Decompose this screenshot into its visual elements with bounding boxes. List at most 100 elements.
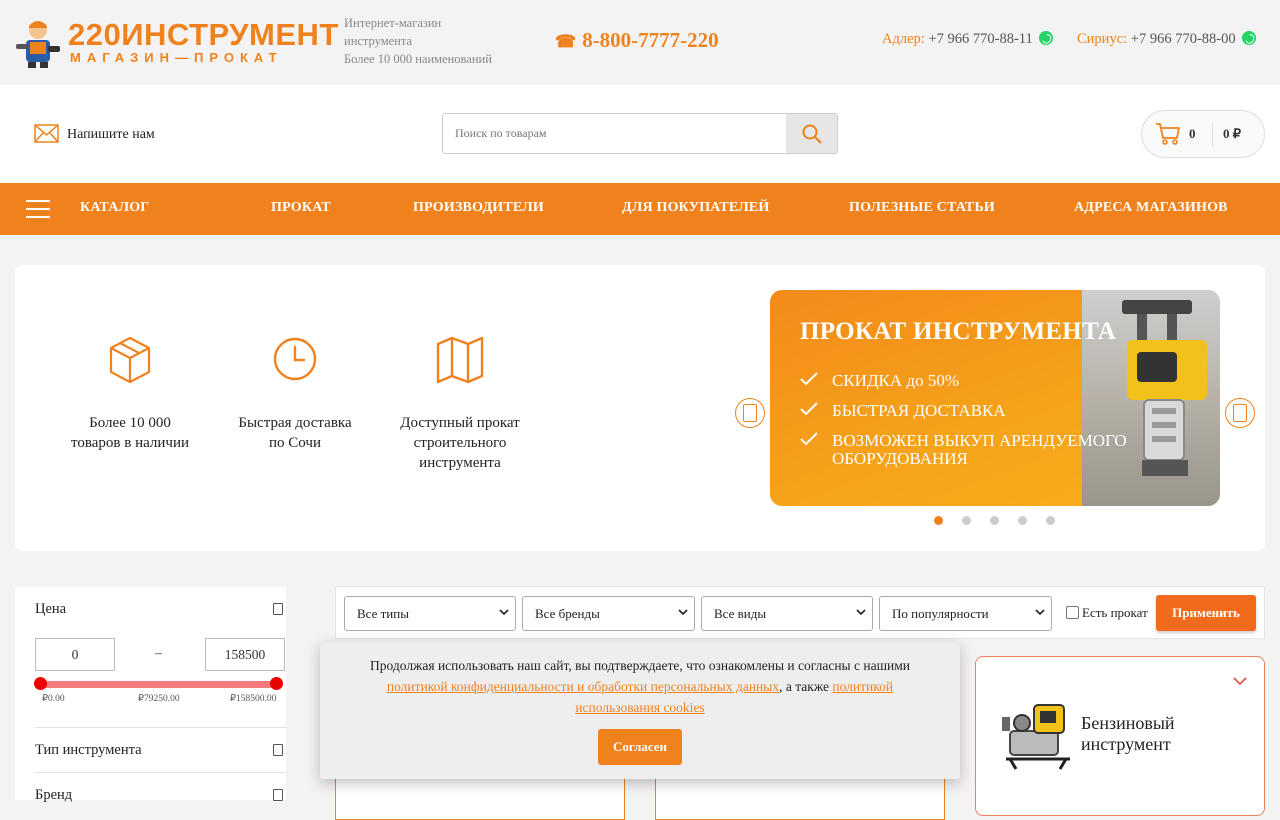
chevron-down-icon xyxy=(499,609,509,616)
brand-filter-title[interactable]: Бренд xyxy=(35,787,72,804)
phone-icon: ☎ xyxy=(555,32,577,51)
nav-item-articles[interactable]: ПОЛЕЗНЫЕ СТАТЬИ xyxy=(849,200,995,216)
price-max-input[interactable]: 158500 xyxy=(205,638,285,671)
write-us-link[interactable]: Напишите нам xyxy=(34,124,155,143)
check-icon xyxy=(800,432,818,446)
feature-text: Доступный прокат xyxy=(400,415,520,431)
banner-bullet: БЫСТРАЯ ДОСТАВКА xyxy=(800,402,1127,420)
banner-bullet-text: ОБОРУДОВАНИЯ xyxy=(832,449,968,468)
collapse-toggle-icon[interactable] xyxy=(273,744,283,756)
chevron-down-icon[interactable] xyxy=(1233,677,1247,686)
slider-next-button[interactable] xyxy=(1225,398,1255,428)
promo-banner[interactable]: ПРОКАТ ИНСТРУМЕНТА СКИДКА до 50% БЫСТРАЯ… xyxy=(770,290,1220,506)
nav-item-rent[interactable]: ПРОКАТ xyxy=(271,200,331,216)
feature-stock: Более 10 000 товаров в наличии xyxy=(50,335,210,453)
motor-pump-image xyxy=(1002,704,1070,770)
prev-arrow-icon xyxy=(743,404,757,422)
sirius-phone-number: +7 966 770-88-00 xyxy=(1130,31,1236,47)
range-min-handle[interactable] xyxy=(34,677,47,690)
cart-total: 0 ₽ xyxy=(1223,126,1242,141)
has-rent-checkbox[interactable]: Есть прокат xyxy=(1066,605,1148,621)
kind-select-value: Все виды xyxy=(714,605,767,621)
banner-bullet: СКИДКА до 50% xyxy=(800,372,1127,390)
logo-title: 220ИНСТРУМЕНТ xyxy=(68,17,339,52)
cookies-policy-link[interactable]: использования cookies xyxy=(575,700,704,715)
type-select[interactable]: Все типы xyxy=(344,596,516,631)
map-icon xyxy=(436,336,484,384)
feature-text: Быстрая доставка xyxy=(238,415,352,431)
tagline: Интернет-магазин инструмента Более 10 00… xyxy=(344,14,492,68)
privacy-policy-link[interactable]: политикой конфиденциальности и обработки… xyxy=(387,679,779,694)
cookie-mid-text: , а также xyxy=(779,679,829,694)
whatsapp-icon[interactable] xyxy=(1038,31,1053,45)
slider-dot[interactable] xyxy=(1018,516,1027,525)
nav-item-store-addresses[interactable]: АДРЕСА МАГАЗИНОВ xyxy=(1074,200,1228,216)
category-title-line: инструмент xyxy=(1081,734,1171,754)
slider-dot[interactable] xyxy=(1046,516,1055,525)
filters-sidebar: Цена 0 – 158500 ₽0.00 ₽79250.00 ₽158500.… xyxy=(15,587,286,803)
feature-text: строительного xyxy=(413,435,507,451)
price-filter-title[interactable]: Цена xyxy=(35,601,66,618)
cart-widget[interactable]: 0 0 ₽ xyxy=(1141,110,1265,158)
collapse-toggle-icon[interactable] xyxy=(273,789,283,801)
adler-phone-number: +7 966 770-88-11 xyxy=(928,31,1033,47)
sort-select[interactable]: По популярности xyxy=(879,596,1052,631)
adler-label: Адлер: xyxy=(882,31,925,47)
feature-rent: Доступный прокат строительного инструмен… xyxy=(380,335,540,473)
price-range-slider[interactable] xyxy=(34,677,283,690)
cart-count: 0 xyxy=(1189,126,1196,141)
box-icon xyxy=(109,336,151,384)
range-max-handle[interactable] xyxy=(270,677,283,690)
adler-phone[interactable]: Адлер: +7 966 770-88-11 xyxy=(882,31,1053,48)
slider-dot-active[interactable] xyxy=(934,516,943,525)
has-rent-label: Есть прокат xyxy=(1082,605,1148,620)
cookies-policy-link[interactable]: политикой xyxy=(832,679,893,694)
banner-title: ПРОКАТ ИНСТРУМЕНТА xyxy=(800,318,1117,345)
category-card-petrol-tools[interactable]: Бензиновый инструмент xyxy=(975,656,1265,816)
main-phone-number: 8-800-7777-220 xyxy=(582,28,719,52)
chevron-down-icon xyxy=(678,609,688,616)
price-min-input[interactable]: 0 xyxy=(35,638,115,671)
slider-dot[interactable] xyxy=(990,516,999,525)
search-box xyxy=(442,113,838,154)
whatsapp-icon[interactable] xyxy=(1241,31,1256,45)
price-dash: – xyxy=(155,646,162,661)
brand-select-value: Все бренды xyxy=(535,605,600,621)
slider-prev-button[interactable] xyxy=(735,398,765,428)
filter-divider xyxy=(35,772,286,773)
brand-select[interactable]: Все бренды xyxy=(522,596,695,631)
range-label-mid: ₽79250.00 xyxy=(138,694,180,704)
site-logo[interactable]: 220ИНСТРУМЕНТ МАГАЗИН—ПРОКАТ xyxy=(14,14,339,70)
range-label-max: ₽158500.00 xyxy=(230,694,277,704)
nav-item-for-customers[interactable]: ДЛЯ ПОКУПАТЕЛЕЙ xyxy=(622,200,770,216)
banner-bullet-text: БЫСТРАЯ ДОСТАВКА xyxy=(832,401,1006,420)
banner-bullet-text: ВОЗМОЖЕН ВЫКУП АРЕНДУЕМОГО xyxy=(832,431,1127,450)
category-title-line: Бензиновый xyxy=(1081,713,1175,733)
sirius-label: Сириус: xyxy=(1077,31,1128,47)
checkbox[interactable] xyxy=(1066,606,1079,619)
nav-item-catalog[interactable]: КАТАЛОГ xyxy=(80,200,149,216)
cookie-text: Продолжая использовать наш сайт, вы подт… xyxy=(350,655,930,718)
hamburger-menu-icon[interactable] xyxy=(26,199,50,219)
cookie-message: Продолжая использовать наш сайт, вы подт… xyxy=(370,658,910,673)
apply-button[interactable]: Применить xyxy=(1156,595,1256,631)
tool-type-filter-title[interactable]: Тип инструмента xyxy=(35,742,142,759)
collapse-toggle-icon[interactable] xyxy=(273,603,283,615)
tagline-line: Более 10 000 наименований xyxy=(344,52,492,66)
kind-select[interactable]: Все виды xyxy=(701,596,873,631)
slider-dot[interactable] xyxy=(962,516,971,525)
top-bar: 220ИНСТРУМЕНТ МАГАЗИН—ПРОКАТ Интернет-ма… xyxy=(0,0,1280,85)
cart-icon xyxy=(1156,123,1180,145)
cart-divider xyxy=(1212,123,1213,147)
cookie-agree-button[interactable]: Согласен xyxy=(598,729,682,765)
check-icon xyxy=(800,402,818,416)
main-phone[interactable]: ☎ 8-800-7777-220 xyxy=(555,28,719,53)
tagline-line: инструмента xyxy=(344,34,413,48)
banner-bullet: ВОЗМОЖЕН ВЫКУП АРЕНДУЕМОГО ОБОРУДОВАНИЯ xyxy=(800,432,1127,468)
nav-item-manufacturers[interactable]: ПРОИЗВОДИТЕЛИ xyxy=(413,200,544,216)
feature-text: Более 10 000 xyxy=(89,415,171,431)
search-input[interactable] xyxy=(443,114,787,153)
category-title: Бензиновый инструмент xyxy=(1081,713,1175,755)
search-button[interactable] xyxy=(786,114,837,153)
sirius-phone[interactable]: Сириус: +7 966 770-88-00 xyxy=(1077,31,1256,48)
